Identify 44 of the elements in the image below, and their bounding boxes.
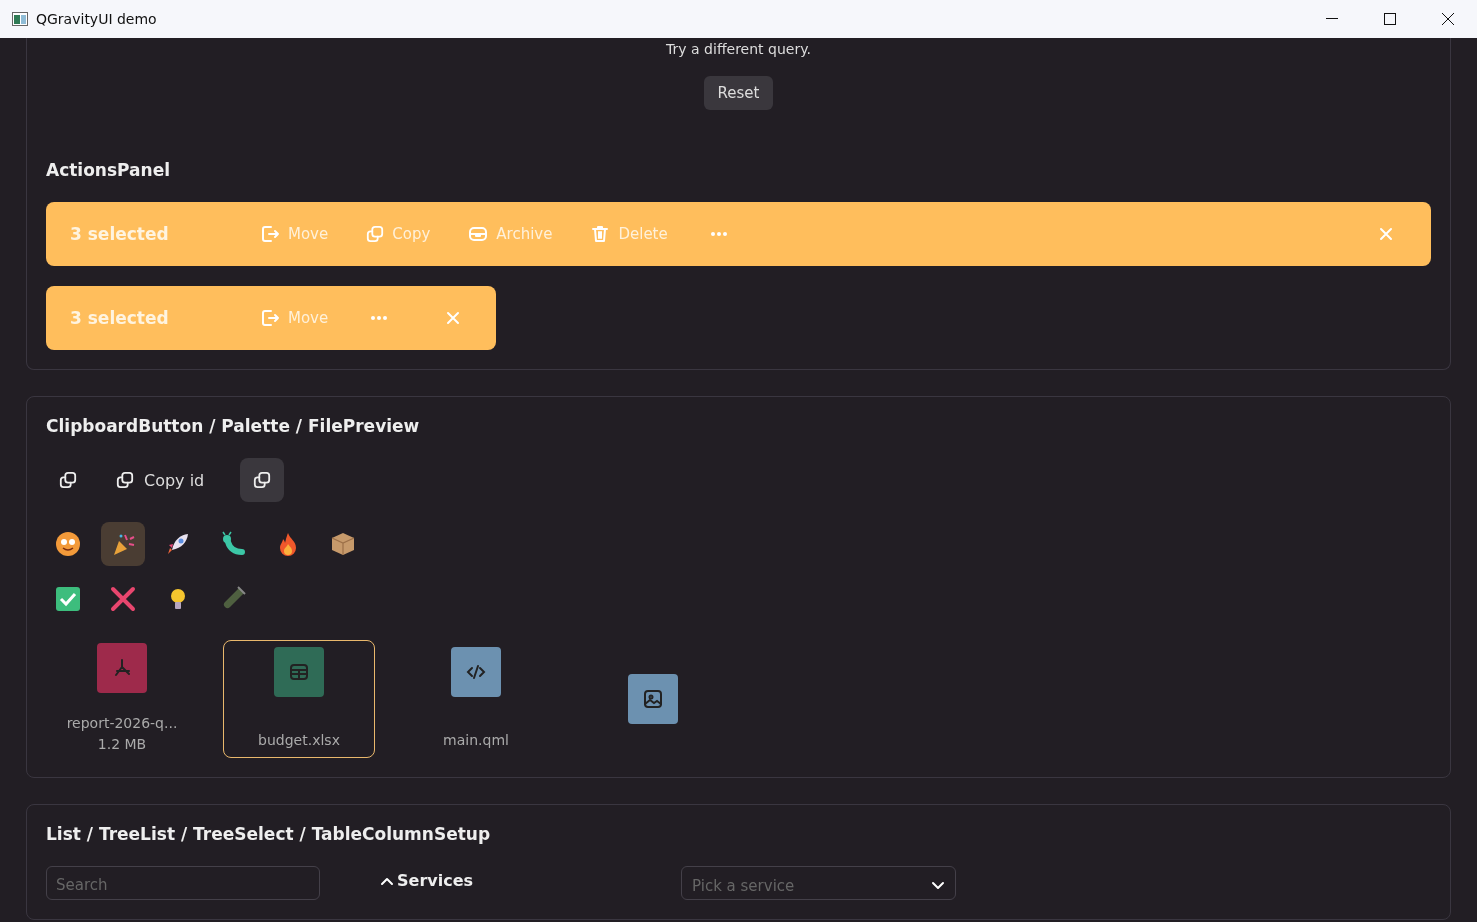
copy-icon — [253, 471, 272, 489]
search-field[interactable]: Search — [46, 866, 320, 900]
file-name: report-2026-q... — [66, 714, 178, 733]
exit-icon — [260, 224, 280, 244]
exit-icon — [260, 308, 280, 328]
caret-icon — [380, 875, 394, 886]
file-size: 1.2 MB — [97, 735, 147, 754]
image-icon — [641, 687, 665, 711]
chevron-icon — [931, 880, 945, 891]
close-icon — [446, 311, 461, 325]
section-title: List / TreeList / TreeSelect / TableColumnSetup — [46, 824, 492, 844]
copy-icon — [116, 471, 134, 489]
caterpillar-icon — [219, 530, 247, 558]
section-title: ClipboardButton / Palette / FilePreview — [46, 416, 421, 436]
app-icon — [12, 12, 28, 26]
selection-count: 3 selected — [70, 308, 170, 328]
tree-node[interactable]: Services — [380, 871, 474, 890]
cross-mark-icon — [109, 585, 137, 613]
palette-option[interactable] — [101, 522, 145, 566]
more-icon — [709, 231, 728, 237]
file-preview[interactable]: budget.xlsx — [223, 640, 375, 758]
section-title: ActionsPanel — [46, 160, 172, 180]
close-icon — [1442, 13, 1454, 25]
box-icon — [329, 530, 357, 558]
clipboard-button[interactable]: Copy id — [106, 458, 215, 502]
file-preview[interactable]: main.qml — [400, 640, 552, 758]
smiley-icon — [54, 530, 82, 558]
selection-count: 3 selected — [70, 224, 170, 244]
file-preview[interactable]: report-2026-q... 1.2 MB — [46, 640, 198, 758]
empty-message: Try a different query. — [666, 40, 811, 58]
maximize-icon — [1384, 13, 1396, 25]
copy-icon — [59, 471, 77, 489]
minimize-icon — [1326, 18, 1338, 20]
archive-icon — [468, 224, 489, 244]
copy-icon — [366, 225, 385, 243]
file-name: budget.xlsx — [258, 731, 340, 750]
more-icon — [370, 315, 389, 321]
reset-button[interactable]: Reset — [703, 76, 774, 110]
file-name: main.qml — [443, 731, 509, 750]
trash-icon — [590, 224, 611, 244]
window-title: QGravityUI demo — [36, 11, 157, 27]
clipboard-button[interactable] — [240, 458, 285, 502]
checkmark-icon — [54, 585, 82, 613]
close-icon — [1379, 227, 1393, 241]
